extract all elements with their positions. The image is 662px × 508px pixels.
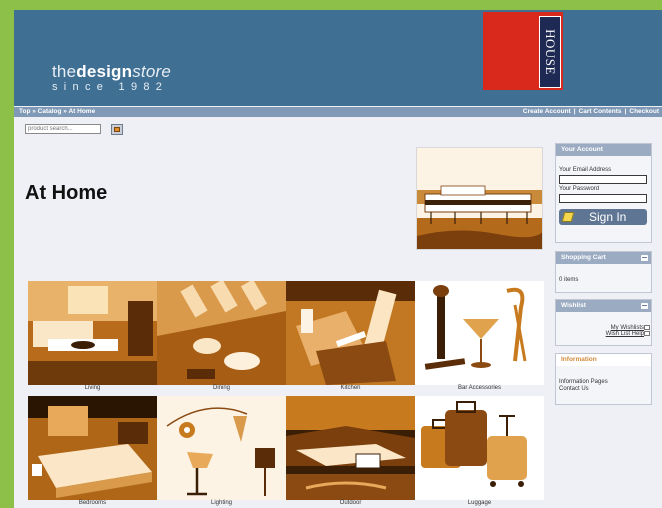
checkout-link[interactable]: Checkout bbox=[629, 108, 659, 115]
logo-part-2: design bbox=[76, 62, 133, 81]
category-image[interactable] bbox=[286, 281, 415, 385]
category-image[interactable] bbox=[157, 396, 286, 500]
select-icon[interactable] bbox=[644, 325, 650, 330]
wishlist-box-header: Wishlist bbox=[556, 300, 651, 312]
logo-part-3: store bbox=[132, 62, 172, 81]
account-links: Create Account | Cart Contents | Checkout bbox=[523, 107, 659, 117]
category-label[interactable]: Luggage bbox=[415, 500, 544, 507]
category-tile[interactable]: Luggage bbox=[415, 396, 544, 507]
category-image[interactable] bbox=[415, 396, 544, 500]
sign-in-icon bbox=[561, 212, 575, 222]
logo-part-1: the bbox=[52, 62, 77, 81]
category-image[interactable] bbox=[28, 281, 157, 385]
breadcrumb[interactable]: Top » Catalog » At Home bbox=[19, 107, 95, 117]
collapse-icon[interactable] bbox=[641, 303, 648, 309]
account-box-title: Your Account bbox=[556, 144, 651, 156]
search-go-icon bbox=[114, 127, 120, 132]
account-box: Your Account Your Email Address Your Pas… bbox=[555, 143, 652, 243]
cart-contents-link[interactable]: Cart Contents bbox=[579, 108, 622, 115]
category-image[interactable] bbox=[415, 281, 544, 385]
category-tile[interactable]: Lighting bbox=[157, 396, 286, 507]
house-brand-badge: HOUSE bbox=[539, 16, 561, 88]
nav-separator: | bbox=[573, 108, 576, 115]
cart-box-title: Shopping Cart bbox=[561, 254, 606, 261]
email-field[interactable] bbox=[559, 175, 647, 184]
category-tile[interactable]: Living bbox=[28, 281, 157, 392]
category-image[interactable] bbox=[157, 281, 286, 385]
contact-us-link[interactable]: Contact Us bbox=[559, 386, 589, 393]
page: thedesignstore since 1982 HOUSE Top » Ca… bbox=[14, 10, 662, 508]
sign-in-button[interactable]: Sign In bbox=[559, 209, 647, 225]
cart-box-header: Shopping Cart bbox=[556, 252, 651, 264]
category-tile[interactable]: Bar Accessories bbox=[415, 281, 544, 392]
wishlist-help-link[interactable]: Wish List Help bbox=[606, 331, 644, 338]
information-box-title: Information bbox=[556, 354, 651, 366]
email-label: Your Email Address bbox=[559, 167, 612, 173]
information-box: Information Information Pages Contact Us bbox=[555, 353, 652, 405]
category-label[interactable]: Outdoor bbox=[286, 500, 415, 507]
category-tile[interactable]: Kitchen bbox=[286, 281, 415, 392]
select-icon[interactable] bbox=[644, 331, 650, 336]
search-button[interactable] bbox=[111, 124, 123, 135]
house-brand-text: HOUSE bbox=[543, 29, 558, 75]
wishlist-box: Wishlist My Wishlists Wish List Help bbox=[555, 299, 652, 346]
category-label[interactable]: Living bbox=[28, 385, 157, 392]
category-label[interactable]: Lighting bbox=[157, 500, 286, 507]
nav-bar: Top » Catalog » At Home Create Account | C… bbox=[14, 107, 662, 117]
category-tile[interactable]: Dining bbox=[157, 281, 286, 392]
nav-separator: | bbox=[624, 108, 627, 115]
site-header: thedesignstore since 1982 HOUSE bbox=[14, 10, 662, 106]
category-label[interactable]: Dining bbox=[157, 385, 286, 392]
information-pages-link[interactable]: Information Pages bbox=[559, 379, 608, 386]
category-tile[interactable]: Bedrooms bbox=[28, 396, 157, 507]
site-logo[interactable]: thedesignstore since 1982 bbox=[52, 63, 171, 93]
category-label[interactable]: Bar Accessories bbox=[415, 385, 544, 392]
password-field[interactable] bbox=[559, 194, 647, 203]
category-label[interactable]: Kitchen bbox=[286, 385, 415, 392]
cart-box: Shopping Cart 0 items bbox=[555, 251, 652, 293]
create-account-link[interactable]: Create Account bbox=[523, 108, 571, 115]
sign-in-label: Sign In bbox=[589, 210, 627, 224]
password-label: Your Password bbox=[559, 186, 600, 192]
category-image[interactable] bbox=[28, 396, 157, 500]
search-input[interactable] bbox=[25, 124, 101, 134]
category-tile[interactable]: Outdoor bbox=[286, 396, 415, 507]
page-title: At Home bbox=[25, 182, 108, 204]
category-image[interactable] bbox=[286, 396, 415, 500]
hero-image bbox=[416, 147, 543, 250]
collapse-icon[interactable] bbox=[641, 255, 648, 261]
logo-tagline: since 1982 bbox=[52, 81, 169, 93]
wishlist-box-title: Wishlist bbox=[561, 302, 586, 309]
cart-summary: 0 items bbox=[559, 277, 579, 283]
category-label[interactable]: Bedrooms bbox=[28, 500, 157, 507]
